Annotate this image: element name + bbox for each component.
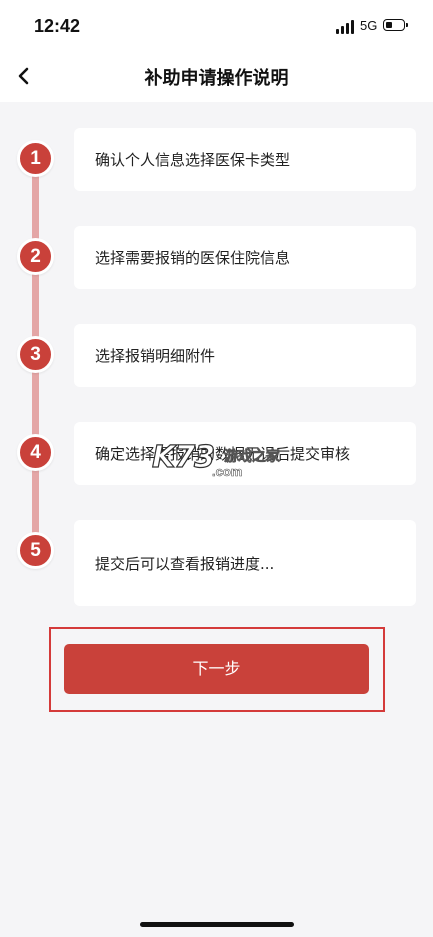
step-text: 选择需要报销的医保住院信息 bbox=[95, 249, 291, 267]
home-indicator bbox=[140, 922, 294, 927]
step-card-1: 确认个人信息选择医保卡类型 bbox=[74, 128, 416, 191]
step-card-2: 选择需要报销的医保住院信息 bbox=[74, 226, 416, 289]
step-card-5: 提交后可以查看报销进度... bbox=[74, 520, 416, 606]
battery-icon bbox=[383, 19, 408, 31]
step-number-5: 5 bbox=[17, 532, 54, 569]
signal-icon bbox=[336, 20, 356, 34]
status-time: 12:42 bbox=[34, 16, 81, 36]
step-text: 确认个人信息选择医保卡类型 bbox=[95, 151, 291, 169]
next-step-button[interactable]: 下一步 bbox=[64, 644, 369, 694]
step-number-1: 1 bbox=[17, 140, 54, 177]
network-label: 5G bbox=[360, 18, 378, 33]
step-number-3: 3 bbox=[17, 336, 54, 373]
step-text: 确定选择需报销的数据无误后提交审核 bbox=[95, 445, 351, 463]
step-number-2: 2 bbox=[17, 238, 54, 275]
step-card-4: 确定选择需报销的数据无误后提交审核 bbox=[74, 422, 416, 485]
nav-bar: 补助申请操作说明 bbox=[0, 50, 433, 102]
step-card-3: 选择报销明细附件 bbox=[74, 324, 416, 387]
step-text: 提交后可以查看报销进度... bbox=[95, 554, 275, 573]
page-title: 补助申请操作说明 bbox=[144, 68, 289, 89]
step-text: 选择报销明细附件 bbox=[95, 347, 216, 365]
status-bar: 12:42 5G bbox=[0, 0, 433, 50]
step-number-4: 4 bbox=[17, 434, 54, 471]
